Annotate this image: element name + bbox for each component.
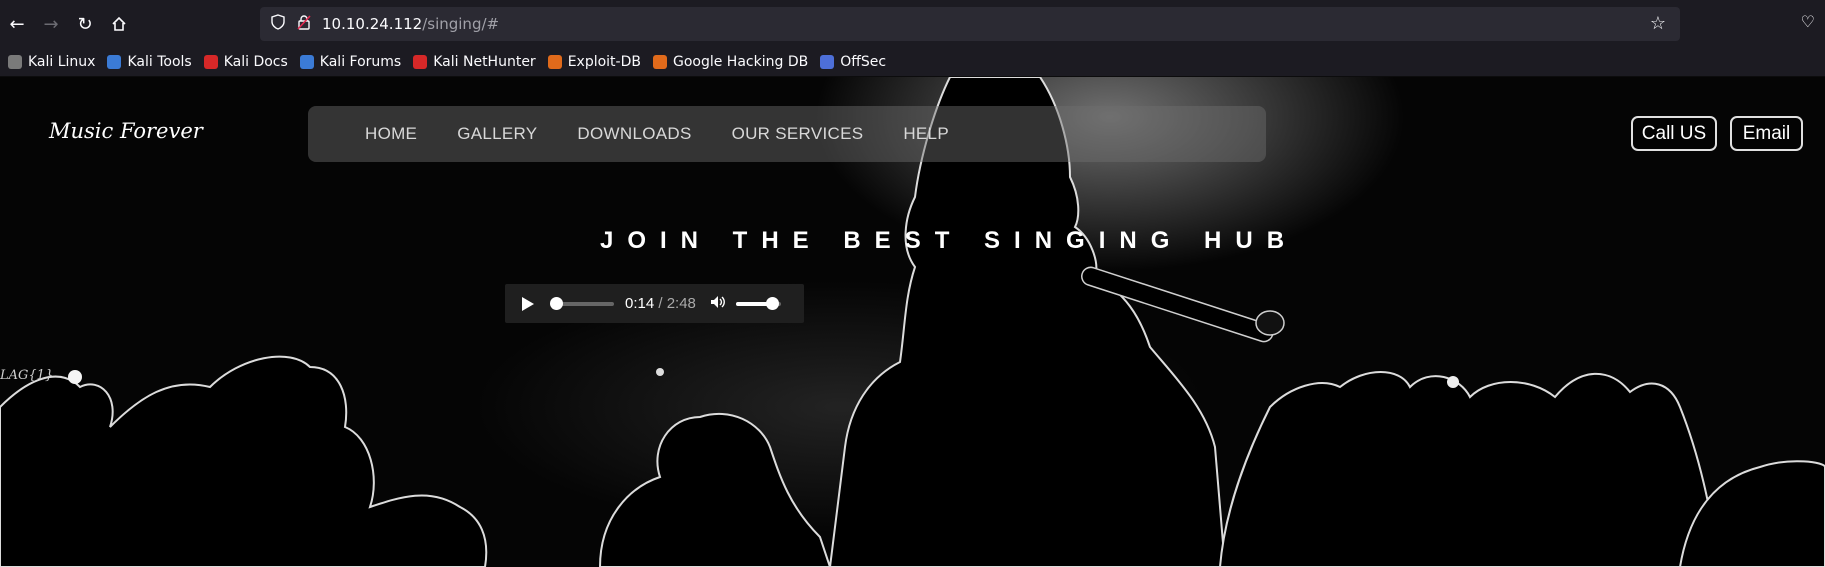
back-icon[interactable]: ← [0,7,34,41]
kali-forums-icon [299,55,314,69]
pocket-icon[interactable]: ♡ [1801,12,1815,31]
bookmark-label: Kali Forums [319,54,402,70]
site-logo[interactable]: Music Forever [49,119,203,143]
audio-player: 0:14 / 2:48 [505,284,804,323]
main-nav: HOME GALLERY DOWNLOADS OUR SERVICES HELP [308,106,1266,162]
current-time: 0:14 [625,295,655,312]
kali-nethunter-icon [413,55,428,69]
bookmark-item[interactable]: Kali Linux [8,54,95,70]
reload-icon[interactable]: ↻ [68,7,102,41]
insecure-lock-icon[interactable] [296,14,312,34]
kali-dragon-icon [8,55,22,69]
flag-text: LAG{1} [0,368,54,383]
volume-slider[interactable] [735,296,781,310]
url-host: 10.10.24.112 [322,15,423,33]
volume-thumb[interactable] [765,296,779,310]
volume-icon[interactable] [710,295,726,313]
shield-icon[interactable] [270,14,286,34]
call-us-button[interactable]: Call US [1631,116,1717,151]
kali-tools-icon [107,55,122,69]
offsec-icon [820,55,835,69]
seek-slider[interactable] [550,296,614,310]
bookmark-item[interactable]: Google Hacking DB [652,54,809,70]
bookmark-item[interactable]: Kali Docs [203,54,288,70]
email-button[interactable]: Email [1730,116,1803,151]
nav-gallery[interactable]: GALLERY [457,124,537,144]
duration: / 2:48 [658,295,696,312]
home-icon[interactable] [102,7,136,41]
forward-icon[interactable]: → [34,7,68,41]
play-icon[interactable] [522,296,534,311]
exploit-db-icon [547,55,562,69]
bookmark-label: Kali NetHunter [433,54,536,70]
bookmark-item[interactable]: OffSec [820,54,886,70]
browser-toolbar: ← → ↻ 10.10.24.112/singing/# ☆ ♡ [0,0,1825,48]
url-path: /singing/# [422,15,500,33]
bookmark-item[interactable]: Kali Forums [299,54,402,70]
bookmark-label: Kali Linux [28,54,96,70]
bookmarks-bar: Kali Linux Kali Tools Kali Docs Kali Forums… [0,48,1825,77]
url-bar[interactable]: 10.10.24.112/singing/# ☆ [260,7,1680,41]
time-display: 0:14 / 2:48 [625,295,696,312]
bookmark-item[interactable]: Kali Tools [107,54,192,70]
bookmark-label: OffSec [840,54,887,70]
hero-title: JOIN THE BEST SINGING HUB [600,227,1299,254]
bookmark-item[interactable]: Exploit-DB [547,54,641,70]
nav-home[interactable]: HOME [365,124,417,144]
seek-thumb[interactable] [550,296,564,310]
bookmark-label: Kali Docs [223,54,288,70]
kali-docs-icon [203,55,218,69]
nav-our-services[interactable]: OUR SERVICES [732,124,864,144]
ghdb-icon [652,55,667,69]
bookmark-item[interactable]: Kali NetHunter [413,54,536,70]
url-text: 10.10.24.112/singing/# [322,15,499,33]
bookmark-label: Exploit-DB [567,54,641,70]
nav-help[interactable]: HELP [903,124,949,144]
bookmark-label: Kali Tools [127,54,192,70]
page-hero: Music Forever HOME GALLERY DOWNLOADS OUR… [0,77,1825,567]
bookmark-label: Google Hacking DB [672,54,809,70]
nav-downloads[interactable]: DOWNLOADS [577,124,691,144]
bookmark-star-icon[interactable]: ☆ [1650,13,1666,34]
